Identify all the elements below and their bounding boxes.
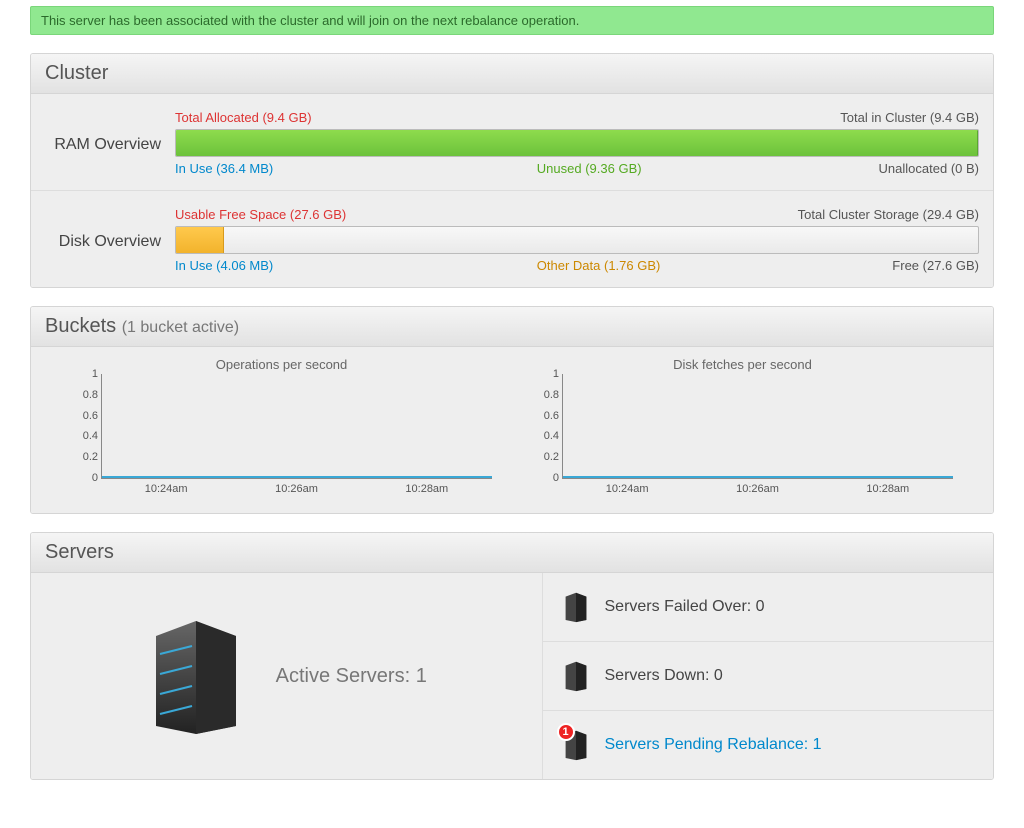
ram-overview-label: RAM Overview: [45, 108, 175, 176]
ram-bar-allocated-segment: [176, 130, 978, 156]
chart-ops-title: Operations per second: [71, 357, 492, 372]
disk-usage-bar: [175, 226, 979, 254]
ram-in-use: In Use (36.4 MB): [175, 161, 537, 176]
servers-failed-over-label: Servers Failed Over: 0: [605, 598, 765, 616]
chart-fetch-title: Disk fetches per second: [532, 357, 953, 372]
chart-ops-xticks: 10:24am 10:26am 10:28am: [101, 483, 492, 495]
disk-free: Free (27.6 GB): [698, 258, 979, 273]
disk-bar-used-segment: [176, 227, 224, 253]
server-small-icon: 1: [563, 729, 589, 761]
buckets-header[interactable]: Buckets (1 bucket active): [31, 307, 993, 347]
ram-total-allocated: Total Allocated (9.4 GB): [175, 110, 312, 125]
chart-fetch-line: [563, 476, 953, 478]
pending-count-badge: 1: [557, 723, 575, 741]
server-small-icon: [563, 591, 589, 623]
ram-overview-row: RAM Overview Total Allocated (9.4 GB) To…: [31, 94, 993, 191]
ram-usage-bar: [175, 129, 979, 157]
ram-unused: Unused (9.36 GB): [537, 161, 698, 176]
buckets-subtitle: (1 bucket active): [122, 319, 239, 336]
server-small-icon: [563, 660, 589, 692]
chart-operations-per-second: Operations per second 1 0.8 0.6 0.4 0.2 …: [71, 357, 492, 495]
cluster-panel: Cluster RAM Overview Total Allocated (9.…: [30, 53, 994, 288]
ram-unallocated: Unallocated (0 B): [698, 161, 979, 176]
disk-overview-label: Disk Overview: [45, 205, 175, 273]
disk-overview-row: Disk Overview Usable Free Space (27.6 GB…: [31, 191, 993, 287]
chart-fetch-yticks: 1 0.8 0.6 0.4 0.2 0: [535, 368, 559, 484]
disk-other-data: Other Data (1.76 GB): [537, 258, 698, 273]
servers-pending-label: Servers Pending Rebalance: 1: [605, 736, 822, 754]
chart-fetch-xticks: 10:24am 10:26am 10:28am: [562, 483, 953, 495]
chart-ops-yticks: 1 0.8 0.6 0.4 0.2 0: [74, 368, 98, 484]
disk-in-use: In Use (4.06 MB): [175, 258, 537, 273]
active-servers-label: Active Servers: 1: [276, 665, 427, 688]
buckets-title: Buckets: [45, 315, 116, 337]
buckets-panel: Buckets (1 bucket active) Operations per…: [30, 306, 994, 514]
chart-ops-line: [102, 476, 492, 478]
servers-down-label: Servers Down: 0: [605, 667, 723, 685]
servers-header[interactable]: Servers: [31, 533, 993, 573]
servers-failed-over-row[interactable]: Servers Failed Over: 0: [543, 573, 994, 642]
cluster-header: Cluster: [31, 54, 993, 94]
chart-disk-fetches-per-second: Disk fetches per second 1 0.8 0.6 0.4 0.…: [532, 357, 953, 495]
active-servers-box[interactable]: Active Servers: 1: [31, 573, 542, 779]
disk-usable-free: Usable Free Space (27.6 GB): [175, 207, 346, 222]
disk-total-storage: Total Cluster Storage (29.4 GB): [798, 207, 979, 222]
server-large-icon: [146, 616, 246, 736]
alert-success: This server has been associated with the…: [30, 6, 994, 35]
ram-total-in-cluster: Total in Cluster (9.4 GB): [840, 110, 979, 125]
servers-panel: Servers: [30, 532, 994, 780]
servers-down-row[interactable]: Servers Down: 0: [543, 642, 994, 711]
servers-pending-rebalance-row[interactable]: 1 Servers Pending Rebalance: 1: [543, 711, 994, 779]
